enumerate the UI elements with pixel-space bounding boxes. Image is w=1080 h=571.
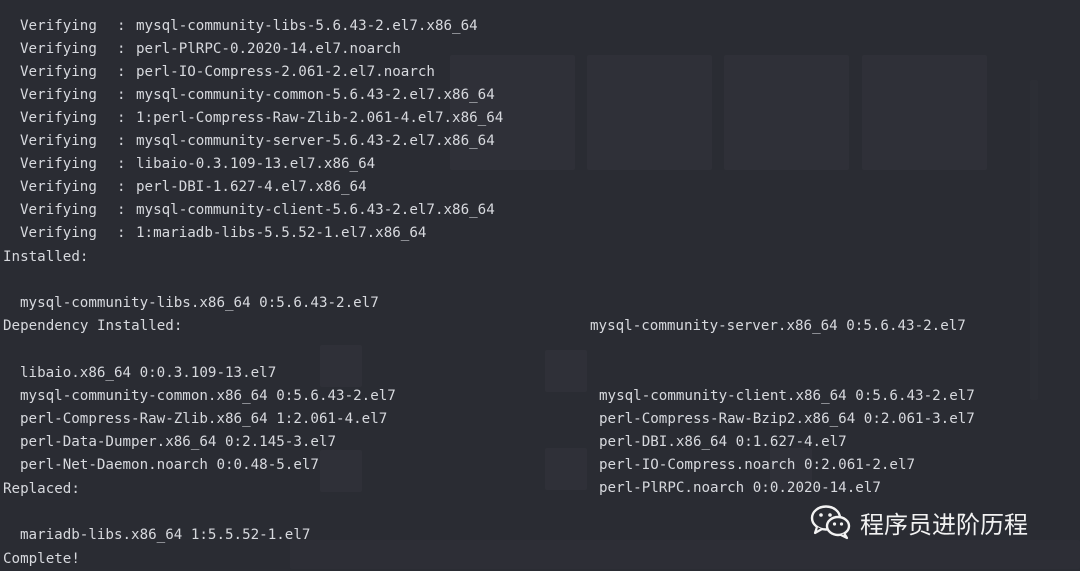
verify-line: Verifying: perl-DBI-1.627-4.el7.x86_64 (0, 153, 367, 195)
verify-line: Verifying: mysql-community-libs-5.6.43-2.… (0, 0, 478, 34)
dependency-row: libaio.x86_64 0:0.3.109-13.el7 mysql-com… (0, 339, 1080, 404)
verify-package: perl-DBI-1.627-4.el7.x86_64 (136, 179, 367, 196)
dependency-row: perl-Net-Daemon.noarch 0:0.48-5.el7 perl… (0, 431, 1080, 496)
verify-line: Verifying: mysql-community-client-5.6.43-… (0, 176, 495, 218)
dependency-package: perl-IO-Compress.noarch 0:2.061-2.el7 (599, 457, 916, 474)
verify-line: Verifying: perl-PlRPC-0.2020-14.el7.noarc… (0, 15, 401, 57)
installed-package: mysql-community-server.x86_64 0:5.6.43-2… (590, 318, 966, 335)
installed-row: mysql-community-libs.x86_64 0:5.6.43-2.e… (0, 269, 1080, 334)
verify-colon: : (117, 202, 126, 219)
verify-package: libaio-0.3.109-13.el7.x86_64 (136, 156, 376, 173)
verify-colon: : (117, 87, 126, 104)
installed-package: mysql-community-libs.x86_64 0:5.6.43-2.e… (20, 295, 379, 312)
verify-package: perl-IO-Compress-2.061-2.el7.noarch (136, 64, 435, 81)
verify-line: Verifying: libaio-0.3.109-13.el7.x86_64 (0, 130, 375, 172)
dependency-row: perl-Data-Dumper.x86_64 0:2.145-3.el7 pe… (0, 408, 1080, 473)
replaced-header: Replaced: (3, 481, 80, 497)
verify-line: Verifying:1:mariadb-libs-5.5.52-1.el7.x8… (0, 199, 426, 241)
verify-package: mysql-community-server-5.6.43-2.el7.x86_… (136, 133, 495, 150)
verify-package: mysql-community-libs-5.6.43-2.el7.x86_64 (136, 18, 478, 35)
verify-line: Verifying: mysql-community-server-5.6.43-… (0, 107, 495, 149)
verify-line: Verifying:1:perl-Compress-Raw-Zlib-2.061… (0, 84, 503, 126)
dependency-row: mysql-community-common.x86_64 0:5.6.43-2… (0, 362, 1080, 427)
replaced-package: mariadb-libs.x86_64 1:5.5.52-1.el7 (20, 527, 311, 544)
dependency-package: perl-Net-Daemon.noarch 0:0.48-5.el7 (20, 457, 319, 474)
verify-colon: : (117, 110, 126, 127)
verify-package: perl-PlRPC-0.2020-14.el7.noarch (136, 41, 401, 58)
dependency-header: Dependency Installed: (3, 318, 183, 334)
wechat-icon (810, 504, 852, 540)
verify-colon: : (117, 133, 126, 150)
verify-line: Verifying: perl-IO-Compress-2.061-2.el7.n… (0, 38, 435, 80)
terminal-output: Verifying: mysql-community-libs-5.6.43-2.… (0, 0, 1080, 569)
verify-colon: : (117, 225, 126, 242)
watermark: 程序员进阶历程 (810, 502, 1028, 542)
complete-message: Complete! (3, 551, 80, 567)
dependency-row: perl-Compress-Raw-Zlib.x86_64 1:2.061-4.… (0, 385, 1080, 450)
verify-colon: : (117, 18, 126, 35)
verify-colon: : (117, 41, 126, 58)
verify-colon: : (117, 179, 126, 196)
verify-colon: : (117, 64, 126, 81)
verify-package: mysql-community-client-5.6.43-2.el7.x86_… (136, 202, 495, 219)
verify-label: Verifying (20, 225, 97, 242)
replaced-row: mariadb-libs.x86_64 1:5.5.52-1.el7 (0, 501, 310, 543)
watermark-text: 程序员进阶历程 (860, 510, 1028, 539)
verify-package: mysql-community-common-5.6.43-2.el7.x86_… (136, 87, 495, 104)
verify-colon: : (117, 156, 126, 173)
dependency-package: perl-PlRPC.noarch 0:0.2020-14.el7 (599, 480, 881, 497)
verify-package: 1:mariadb-libs-5.5.52-1.el7.x86_64 (136, 225, 427, 242)
installed-header: Installed: (3, 249, 89, 265)
verify-package: 1:perl-Compress-Raw-Zlib-2.061-4.el7.x86… (136, 110, 504, 127)
verify-line: Verifying: mysql-community-common-5.6.43-… (0, 61, 495, 103)
